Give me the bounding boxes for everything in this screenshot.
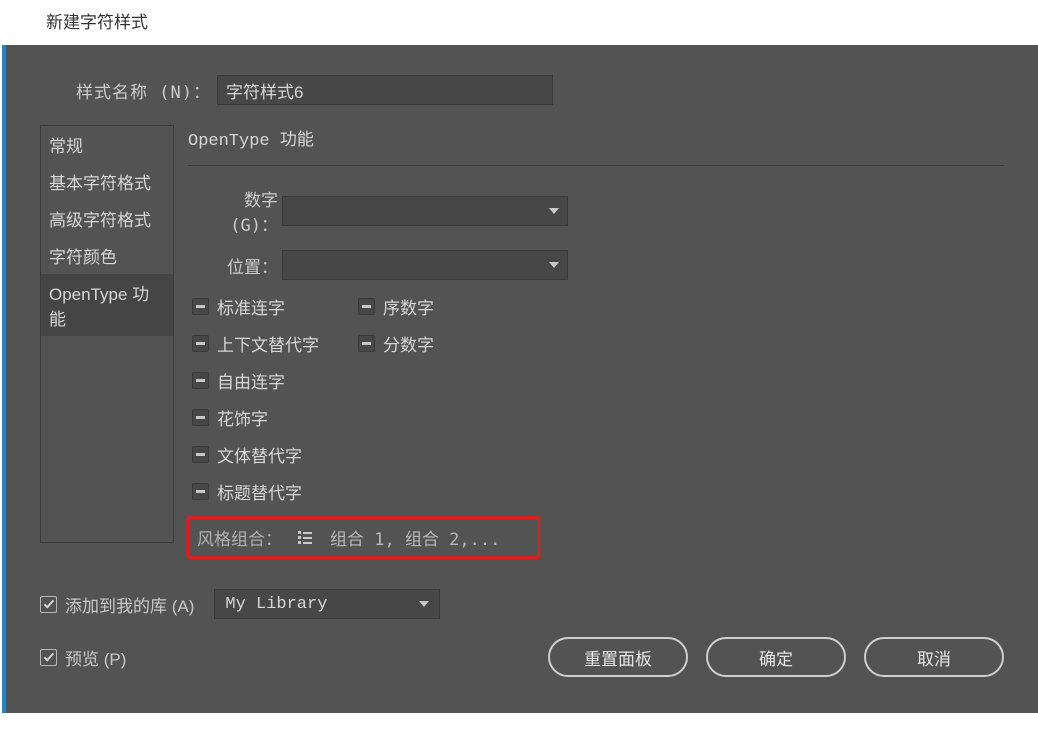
sidebar-item-advanced-char[interactable]: 高级字符格式 — [41, 200, 173, 237]
chevron-down-icon — [549, 262, 559, 268]
opentype-panel: OpenType 功能 数字 (G)： 位置： — [188, 125, 1004, 559]
position-label: 位置： — [188, 253, 278, 278]
style-name-label: 样式名称 (N)： — [76, 78, 211, 103]
position-dropdown[interactable] — [282, 250, 568, 280]
indeterminate-checkbox-icon — [192, 372, 209, 389]
library-dropdown[interactable]: My Library — [214, 589, 440, 619]
dialog-title: 新建字符样式 — [46, 13, 148, 32]
check-standard-ligatures[interactable]: 标准连字 — [192, 294, 358, 319]
sidebar-item-basic-char[interactable]: 基本字符格式 — [41, 163, 173, 200]
indeterminate-checkbox-icon — [192, 483, 209, 500]
stylistic-sets-row[interactable]: 风格组合： 组合 1, 组合 2,... — [186, 516, 540, 559]
panel-title: OpenType 功能 — [188, 125, 1004, 166]
add-to-library-checkbox[interactable] — [40, 596, 57, 613]
preview-label: 预览 (P) — [65, 645, 126, 670]
numbers-dropdown[interactable] — [282, 196, 568, 226]
check-ordinals[interactable]: 序数字 — [358, 294, 434, 319]
numbers-label: 数字 (G)： — [188, 186, 278, 236]
check-fractions[interactable]: 分数字 — [358, 331, 434, 356]
category-sidebar: 常规 基本字符格式 高级字符格式 字符颜色 OpenType 功能 — [40, 125, 174, 543]
stylistic-sets-label: 风格组合： — [197, 525, 282, 550]
dialog-title-bar: 新建字符样式 — [0, 0, 1038, 45]
check-stylistic-alts[interactable]: 文体替代字 — [192, 442, 358, 467]
indeterminate-checkbox-icon — [192, 409, 209, 426]
indeterminate-checkbox-icon — [192, 446, 209, 463]
reset-panel-button[interactable]: 重置面板 — [548, 637, 688, 677]
sidebar-item-general[interactable]: 常规 — [41, 126, 173, 163]
add-to-library-label: 添加到我的库 (A) — [65, 592, 194, 617]
indeterminate-checkbox-icon — [192, 335, 209, 352]
check-discretionary-ligatures[interactable]: 自由连字 — [192, 368, 358, 393]
indeterminate-checkbox-icon — [358, 335, 375, 352]
dialog-body: 样式名称 (N)： 常规 基本字符格式 高级字符格式 字符颜色 OpenType… — [6, 45, 1038, 713]
stylistic-sets-value: 组合 1, 组合 2,... — [330, 525, 500, 550]
list-icon — [298, 531, 312, 544]
chevron-down-icon — [549, 208, 559, 214]
indeterminate-checkbox-icon — [192, 298, 209, 315]
check-titling-alts[interactable]: 标题替代字 — [192, 479, 358, 504]
ok-button[interactable]: 确定 — [706, 637, 846, 677]
cancel-button[interactable]: 取消 — [864, 637, 1004, 677]
check-contextual-alts[interactable]: 上下文替代字 — [192, 331, 358, 356]
sidebar-item-char-color[interactable]: 字符颜色 — [41, 237, 173, 274]
check-swashes[interactable]: 花饰字 — [192, 405, 358, 430]
style-name-input[interactable] — [217, 75, 553, 105]
preview-checkbox[interactable] — [40, 649, 57, 666]
library-selected: My Library — [225, 595, 327, 614]
chevron-down-icon — [419, 601, 429, 607]
indeterminate-checkbox-icon — [358, 298, 375, 315]
sidebar-item-opentype[interactable]: OpenType 功能 — [41, 274, 173, 336]
